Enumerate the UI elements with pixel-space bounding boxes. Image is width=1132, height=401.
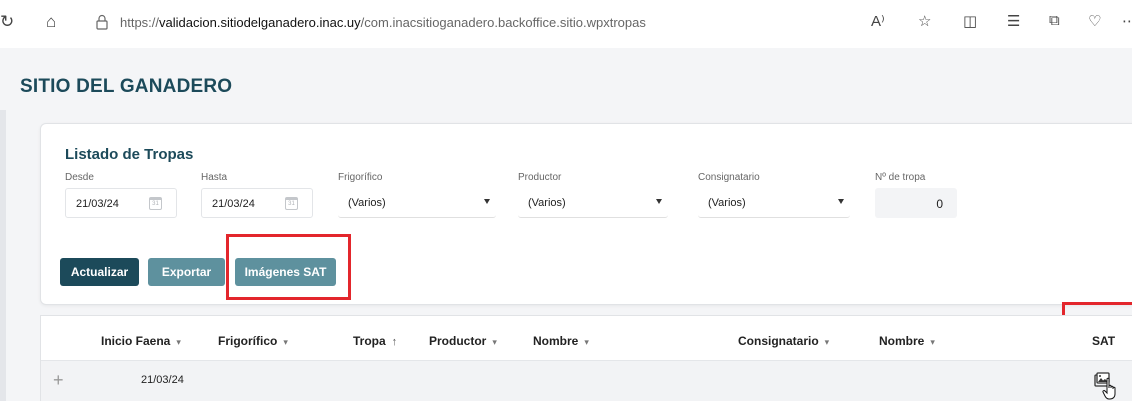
column-header-frigorifico[interactable]: Frigorífico ▾ bbox=[218, 334, 288, 348]
consignatario-select[interactable]: (Varios) bbox=[698, 188, 850, 218]
hasta-label: Hasta bbox=[201, 172, 228, 183]
lock-icon bbox=[96, 14, 108, 30]
column-header-nombre-consignatario[interactable]: Nombre ▾ bbox=[879, 334, 935, 348]
highlight-frame-imagenes-sat bbox=[226, 234, 351, 300]
column-header-productor[interactable]: Productor ▾ bbox=[429, 334, 497, 348]
tropa-label: Nº de tropa bbox=[875, 172, 926, 183]
panel-title: Listado de Tropas bbox=[65, 146, 194, 163]
column-header-tropa[interactable]: Tropa ↑ bbox=[353, 334, 397, 348]
row-inicio-faena: 21/03/24 bbox=[141, 374, 184, 386]
page-edge bbox=[0, 110, 6, 401]
chevron-down-icon bbox=[484, 199, 490, 204]
frigorifico-select[interactable]: (Varios) bbox=[338, 188, 496, 218]
read-aloud-icon[interactable]: A⁾ bbox=[871, 12, 885, 30]
address-bar[interactable]: https://validacion.sitiodelganadero.inac… bbox=[84, 10, 864, 36]
chevron-down-icon bbox=[838, 199, 844, 204]
more-icon[interactable]: ⋯ bbox=[1122, 12, 1132, 30]
filter-panel: Listado de Tropas Desde 21/03/24 31 Hast… bbox=[40, 123, 1132, 305]
productor-select[interactable]: (Varios) bbox=[518, 188, 668, 218]
sort-down-icon: ▾ bbox=[492, 337, 497, 347]
sort-down-icon: ▾ bbox=[824, 337, 830, 347]
actualizar-button[interactable]: Actualizar bbox=[60, 258, 139, 286]
hasta-date-input[interactable]: 21/03/24 31 bbox=[201, 188, 313, 218]
favorite-icon[interactable]: ☆ bbox=[918, 12, 931, 30]
column-header-nombre[interactable]: Nombre ▾ bbox=[533, 334, 589, 348]
calendar-icon[interactable]: 31 bbox=[149, 197, 162, 210]
sort-up-icon: ↑ bbox=[391, 336, 398, 348]
split-screen-icon[interactable]: ◫ bbox=[963, 12, 977, 30]
desde-label: Desde bbox=[65, 172, 94, 183]
chevron-down-icon bbox=[656, 199, 662, 204]
sort-down-icon: ▾ bbox=[283, 337, 288, 347]
desde-date-input[interactable]: 21/03/24 31 bbox=[65, 188, 177, 218]
frigorifico-label: Frigorífico bbox=[338, 172, 383, 183]
refresh-icon[interactable]: ↻ bbox=[0, 12, 14, 32]
tropa-number-input[interactable]: 0 bbox=[875, 188, 957, 218]
column-header-inicio-faena[interactable]: Inicio Faena ▾ bbox=[101, 334, 181, 348]
extensions-icon[interactable]: ♡ bbox=[1088, 12, 1101, 30]
expand-row-icon[interactable]: + bbox=[53, 370, 64, 391]
site-title: SITIO DEL GANADERO bbox=[20, 76, 233, 97]
url-text: https://validacion.sitiodelganadero.inac… bbox=[120, 15, 646, 30]
consignatario-label: Consignatario bbox=[698, 172, 760, 183]
collections-icon[interactable]: ⧉ bbox=[1049, 12, 1060, 29]
table-row[interactable]: + 21/03/24 bbox=[41, 360, 1132, 401]
hand-cursor-icon bbox=[1102, 377, 1116, 400]
column-header-consignatario[interactable]: Consignatario ▾ bbox=[738, 334, 829, 348]
productor-label: Productor bbox=[518, 172, 562, 183]
column-header-sat[interactable]: SAT bbox=[1092, 334, 1115, 348]
favorites-bar-icon[interactable]: ☰ bbox=[1007, 12, 1020, 30]
sort-down-icon: ▾ bbox=[930, 337, 935, 347]
calendar-icon[interactable]: 31 bbox=[285, 197, 298, 210]
tropas-grid: Inicio Faena ▾ Frigorífico ▾ Tropa ↑ Produc… bbox=[40, 315, 1132, 401]
sort-down-icon: ▾ bbox=[176, 337, 181, 347]
exportar-button[interactable]: Exportar bbox=[148, 258, 225, 286]
sort-down-icon: ▾ bbox=[584, 337, 589, 347]
browser-toolbar: ↻ ⌂ https://validacion.sitiodelganadero.… bbox=[0, 0, 1132, 48]
home-icon[interactable]: ⌂ bbox=[46, 12, 56, 32]
